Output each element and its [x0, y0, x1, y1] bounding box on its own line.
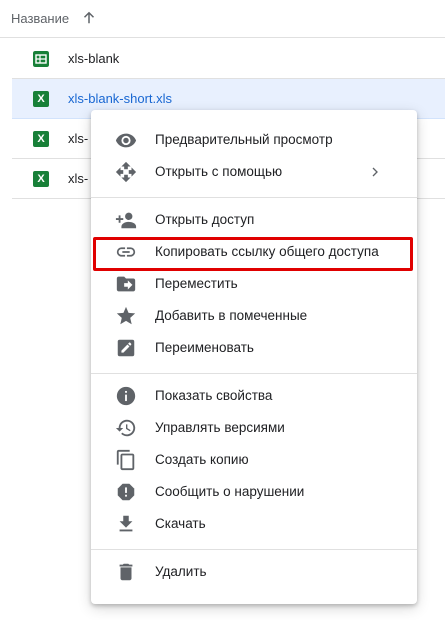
menu-item-label: Предварительный просмотр [155, 132, 333, 147]
highlight-annotation-box [93, 237, 413, 271]
menu-item-remove[interactable]: Удалить [91, 556, 417, 588]
menu-item-label: Переименовать [155, 340, 254, 355]
menu-item-label: Скачать [155, 516, 206, 531]
copy-icon [116, 449, 135, 471]
chevron-right-icon [372, 167, 378, 177]
menu-divider [91, 197, 417, 198]
menu-item-download[interactable]: Скачать [91, 508, 417, 540]
file-name[interactable]: xls-blank-short.xls [68, 91, 172, 106]
menu-divider [91, 549, 417, 550]
file-row[interactable]: xls-blank [12, 39, 445, 79]
menu-item-share[interactable]: Открыть доступ [91, 204, 417, 236]
download-icon [119, 515, 133, 532]
context-menu: Предварительный просмотр Открыть с помощ… [91, 110, 417, 604]
menu-item-make-copy[interactable]: Создать копию [91, 444, 417, 476]
menu-item-label: Открыть доступ [155, 212, 255, 227]
menu-item-label: Создать копию [155, 452, 249, 467]
menu-item-label: Управлять версиями [155, 420, 285, 435]
file-list-header: Название [0, 0, 445, 38]
star-icon [116, 306, 136, 325]
menu-item-details[interactable]: Показать свойства [91, 380, 417, 412]
report-icon [117, 483, 135, 501]
person-add-icon [115, 212, 137, 229]
info-icon [116, 386, 136, 406]
menu-item-open-with[interactable]: Открыть с помощью [91, 156, 417, 188]
menu-item-label: Добавить в помеченные [155, 308, 308, 323]
menu-item-label: Показать свойства [155, 388, 273, 403]
google-sheets-icon [33, 51, 49, 67]
arrow-up-icon[interactable] [80, 9, 98, 27]
menu-item-label: Сообщить о нарушении [155, 484, 305, 499]
file-name[interactable]: xls- [68, 171, 88, 186]
menu-item-preview[interactable]: Предварительный просмотр [91, 124, 417, 156]
menu-item-report[interactable]: Сообщить о нарушении [91, 476, 417, 508]
excel-file-icon: X [33, 171, 49, 187]
menu-item-label: Удалить [155, 564, 207, 579]
excel-file-icon: X [33, 131, 49, 147]
folder-move-icon [116, 276, 136, 292]
file-name[interactable]: xls- [68, 131, 88, 146]
menu-item-rename[interactable]: Переименовать [91, 332, 417, 364]
menu-item-move[interactable]: Переместить [91, 268, 417, 300]
menu-item-star[interactable]: Добавить в помеченные [91, 300, 417, 332]
move-arrows-icon [115, 161, 137, 183]
eye-icon [115, 133, 137, 148]
menu-item-versions[interactable]: Управлять версиями [91, 412, 417, 444]
trash-icon [119, 563, 133, 581]
menu-divider [91, 373, 417, 374]
menu-item-label: Открыть с помощью [155, 164, 283, 179]
file-name[interactable]: xls-blank [68, 51, 119, 66]
menu-item-label: Переместить [155, 276, 238, 291]
name-column-header[interactable]: Название [11, 11, 69, 26]
history-icon [115, 419, 136, 437]
rename-pencil-icon [117, 339, 135, 357]
excel-file-icon: X [33, 91, 49, 107]
